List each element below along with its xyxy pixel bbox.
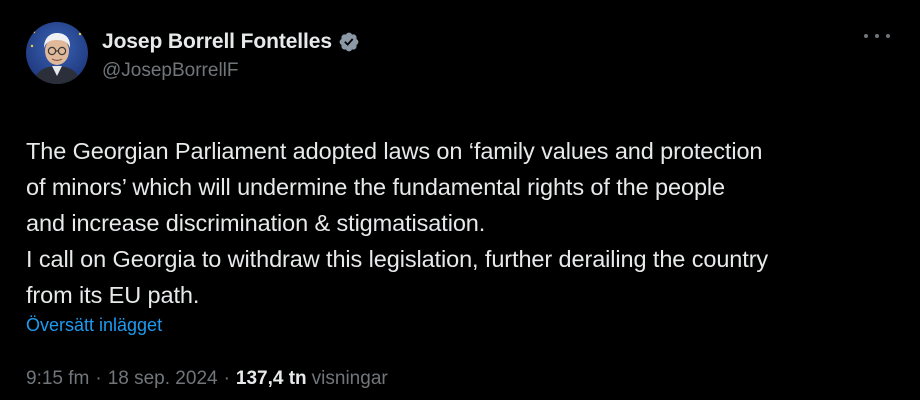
tweet-text: The Georgian Parliament adopted laws on …	[26, 138, 769, 308]
name-row: Josep Borrell Fontelles	[102, 30, 360, 54]
avatar[interactable]	[26, 22, 88, 84]
meta-separator: ·	[223, 368, 230, 389]
more-dot	[886, 34, 890, 38]
post-time[interactable]: 9:15 fm	[26, 368, 89, 390]
tweet-card: Josep Borrell Fontelles @JosepBorrellF T…	[0, 0, 920, 400]
author-display-name[interactable]: Josep Borrell Fontelles	[102, 30, 332, 54]
post-date[interactable]: 18 sep. 2024	[108, 368, 218, 390]
views-count: 137,4 tn	[235, 368, 307, 389]
more-dot	[875, 34, 879, 38]
author-block: Josep Borrell Fontelles @JosepBorrellF	[102, 22, 360, 82]
author-handle[interactable]: @JosepBorrellF	[102, 60, 360, 82]
translate-post-link[interactable]: Översätt inlägget	[26, 315, 162, 336]
tweet-header: Josep Borrell Fontelles @JosepBorrellF	[26, 22, 894, 92]
avatar-image	[26, 22, 88, 84]
meta-separator: ·	[95, 368, 102, 389]
more-horizontal-icon[interactable]	[864, 28, 890, 44]
verified-badge-icon[interactable]	[338, 31, 360, 53]
views-label: visningar	[311, 368, 388, 389]
more-dot	[864, 34, 868, 38]
tweet-meta: 9:15 fm · 18 sep. 2024 · 137,4 tn visnin…	[26, 368, 894, 390]
